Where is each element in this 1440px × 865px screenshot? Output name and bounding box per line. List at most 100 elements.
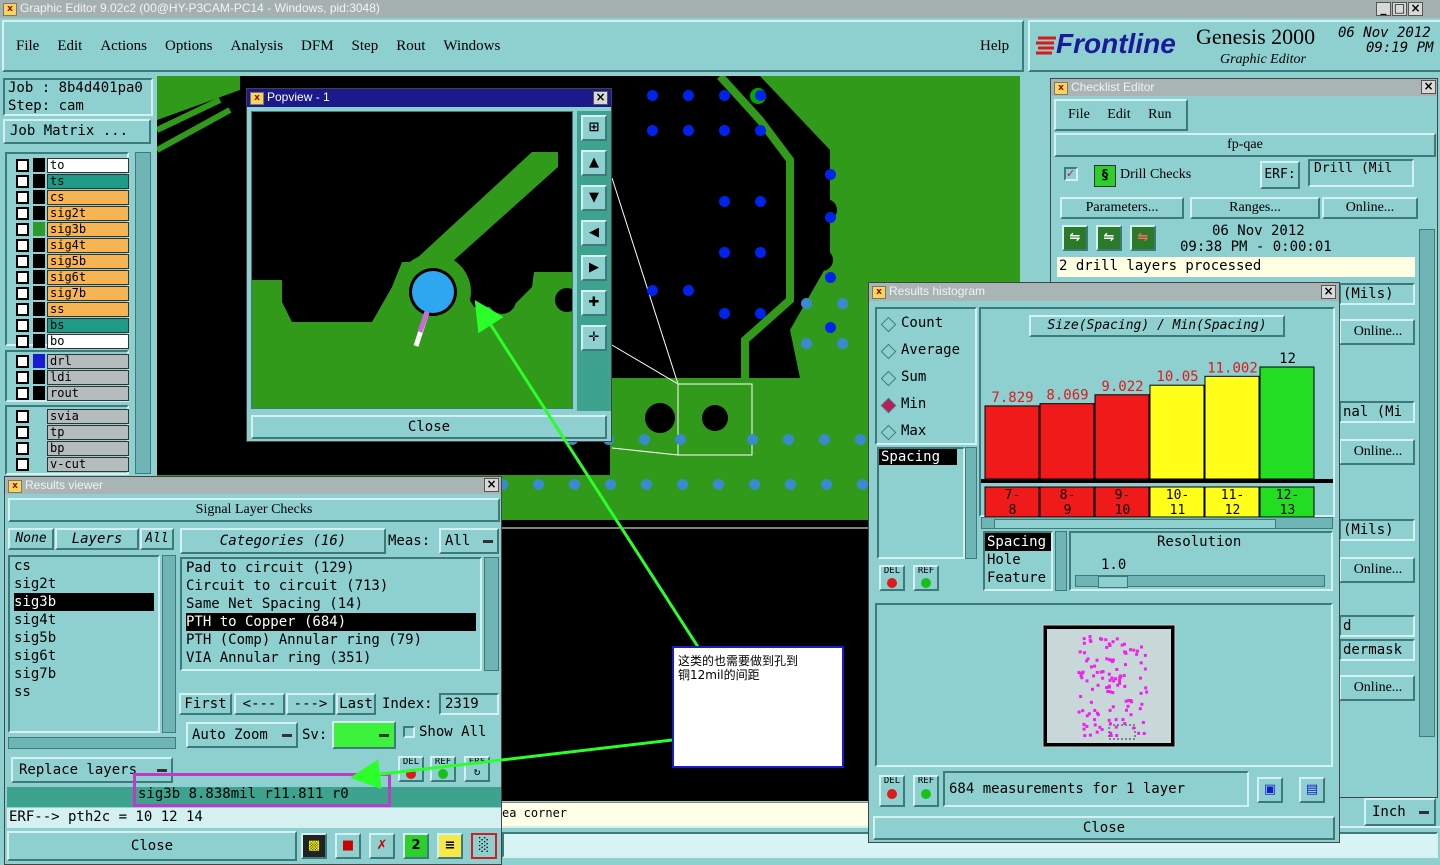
result-hit-marker — [1109, 734, 1113, 737]
parameters-button[interactable]: Parameters... — [1060, 197, 1184, 219]
field-list[interactable]: Spacing Hole Feature — [983, 531, 1053, 591]
field-item-feature[interactable]: Feature — [985, 569, 1051, 587]
checklist-menu-run[interactable]: Run — [1148, 107, 1171, 122]
zoom-home-icon[interactable]: ▤ — [1299, 777, 1325, 803]
result-hit-marker — [1123, 722, 1127, 725]
histogram-del-icon — [887, 578, 897, 588]
checklist-scrollbar[interactable] — [1419, 229, 1435, 737]
bin-label-high: 12 — [1225, 503, 1241, 517]
histogram-bar[interactable] — [1259, 366, 1315, 480]
result-hit-marker — [1114, 725, 1118, 729]
histogram-bar[interactable] — [1204, 375, 1260, 480]
resolution-slider[interactable] — [1075, 575, 1325, 588]
ranges-button[interactable]: Ranges... — [1190, 197, 1320, 219]
result-hit-marker — [1107, 642, 1111, 646]
drill-checks-checkbox[interactable]: ✓ — [1064, 167, 1078, 181]
result-hit-marker — [1089, 700, 1093, 704]
online-button[interactable]: Online... — [1339, 557, 1415, 583]
measure-list[interactable]: Spacing — [877, 447, 965, 559]
board-preview[interactable] — [875, 603, 1333, 767]
histogram-close-button[interactable]: Close — [873, 816, 1335, 840]
result-hit-marker — [1093, 723, 1097, 727]
preview-ref-label: REF — [917, 776, 935, 786]
erf-value-box[interactable]: Drill (Mil — [1308, 159, 1414, 187]
mode-option-sum[interactable]: Sum — [880, 369, 975, 391]
summary-field: 684 measurements for 1 layer — [943, 771, 1249, 807]
checklist-side-label: nal (Mi — [1339, 401, 1415, 423]
board-preview-map — [1042, 624, 1176, 748]
mode-option-count[interactable]: Count — [880, 315, 975, 337]
histogram-bar[interactable] — [1094, 394, 1150, 480]
resolution-slider-thumb[interactable] — [1098, 576, 1128, 588]
result-hit-marker — [1124, 663, 1127, 667]
mode-option-min[interactable]: Min — [880, 396, 975, 418]
result-hit-marker — [1107, 672, 1111, 676]
result-hit-marker — [1121, 718, 1125, 721]
result-hit-marker — [1118, 681, 1122, 685]
preview-del-icon — [887, 789, 897, 799]
result-hit-marker — [1100, 637, 1104, 641]
result-hit-marker — [1108, 708, 1112, 712]
result-hit-marker — [1143, 667, 1147, 671]
online-button[interactable]: Online... — [1339, 675, 1415, 701]
run-icon-2[interactable]: ⇋ — [1096, 225, 1122, 251]
result-hit-marker — [1129, 713, 1133, 717]
histogram-bar[interactable] — [1039, 403, 1095, 480]
units-dropdown[interactable]: Inch — [1364, 798, 1436, 826]
run-icon-1[interactable]: ⇋ — [1062, 225, 1088, 251]
checklist-menu-file[interactable]: File — [1068, 107, 1090, 122]
histogram-close-icon[interactable]: × — [1321, 285, 1336, 299]
checklist-close-icon[interactable]: × — [1421, 80, 1436, 94]
result-hit-marker — [1095, 670, 1099, 674]
measure-item-spacing[interactable]: Spacing — [879, 449, 957, 465]
histogram-mode-list: Count Average Sum Min Max — [875, 307, 977, 445]
histogram-bar[interactable] — [1149, 384, 1205, 480]
mode-option-average[interactable]: Average — [880, 342, 975, 364]
result-hit-marker — [1142, 732, 1146, 735]
results-histogram-window: x Results histogram × Count Average Sum Min… — [868, 282, 1340, 843]
field-item-hole[interactable]: Hole — [985, 551, 1051, 569]
preview-ref-button[interactable]: REF — [913, 775, 939, 807]
result-hit-marker — [1077, 710, 1081, 714]
checklist-side-label: (Mils) — [1339, 519, 1415, 541]
histogram-bar[interactable] — [984, 405, 1040, 480]
field-item-spacing[interactable]: Spacing — [985, 533, 1051, 551]
bin-label-low: 11- — [1221, 488, 1244, 503]
result-hit-marker — [1118, 674, 1122, 678]
result-hit-marker — [1088, 638, 1092, 642]
preview-del-button[interactable]: DEL — [879, 775, 905, 807]
measure-scrollbar[interactable] — [965, 447, 977, 559]
mode-option-max[interactable]: Max — [880, 423, 975, 445]
zoom-to-results-icon[interactable]: ▣ — [1257, 777, 1283, 803]
summary-text: 684 measurements for 1 layer — [949, 781, 1186, 797]
mode-label: Count — [901, 315, 944, 331]
histogram-ref-button[interactable]: REF — [913, 565, 939, 591]
bar-value-label: 7.829 — [991, 390, 1033, 406]
result-hit-marker — [1122, 674, 1126, 678]
result-hit-marker — [1082, 727, 1086, 731]
result-hit-marker — [1139, 691, 1143, 695]
result-hit-marker — [1107, 718, 1111, 722]
bar-value-label: 10.05 — [1156, 369, 1198, 385]
histogram-hscroll[interactable] — [981, 517, 1333, 529]
online-button[interactable]: Online... — [1339, 439, 1415, 465]
histogram-hscroll-thumb[interactable] — [994, 519, 1276, 529]
bar-value-label: 8.069 — [1046, 388, 1088, 404]
result-hit-marker — [1127, 698, 1131, 702]
chart-title: Size(Spacing) / Min(Spacing) — [1029, 315, 1285, 337]
run-icon-3[interactable]: ⇋ — [1130, 225, 1156, 251]
histogram-del-button[interactable]: DEL — [879, 565, 905, 591]
result-hit-marker — [1085, 714, 1089, 718]
result-hit-marker — [1092, 674, 1096, 678]
erf-value: Drill (Mil — [1314, 161, 1393, 176]
field-scrollbar[interactable] — [1055, 531, 1067, 591]
online-button[interactable]: Online... — [1339, 319, 1415, 345]
bin-label-low: 7- — [1005, 488, 1021, 503]
result-hit-marker — [1093, 709, 1097, 712]
checklist-menu-edit[interactable]: Edit — [1107, 107, 1130, 122]
result-hit-marker — [1105, 645, 1109, 649]
result-hit-marker — [1091, 687, 1094, 691]
online-button[interactable]: Online... — [1322, 197, 1418, 219]
checklist-name: fp-qae — [1054, 133, 1436, 157]
status-strip: ea corner — [502, 802, 870, 826]
